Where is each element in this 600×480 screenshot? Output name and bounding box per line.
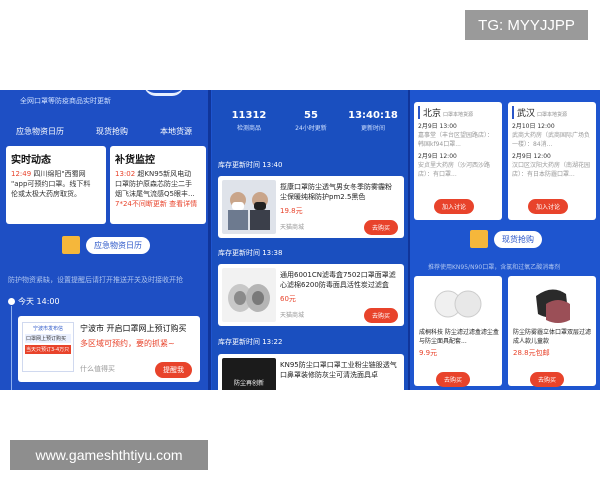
supply-line: 口罩防护原森芯防尘二手 [115,180,192,188]
goods-image [428,282,488,326]
tab-bar: 应急物资日历 现货抢购 本地货源 [0,120,208,142]
calendar-hint: 防护物资紧缺，设置提醒后请打开推送开关及时接收开抢 [8,276,183,284]
calendar-header: 应急物资日历 [62,236,150,254]
news-line: "app可预约口罩。线下料 [11,180,91,188]
product-title: KN95防尘口罩口罩工业粉尘链股透气口鼻罩装修防灰尘可清洗面具卓 [280,361,397,379]
event-thumbnail: 宁波市发布信 口罩网上预订购买 当天只预订3-4万只 [22,322,74,372]
stock-update-header: 库存更新时间 13:40 [218,161,283,169]
city-item: 2月9日 12:00 安贞里大药房（沙河西沙路店）：有口罩... [418,153,491,178]
product-title: 通用6001CN滤毒盒7502口罩面罩滤心滤棉6200防毒面具活性炭过滤盒 [280,271,396,289]
details-link[interactable]: 查看详情 [169,200,197,208]
basket-icon [470,230,488,248]
news-title: 实时动态 [11,155,51,166]
city-card-beijing[interactable]: 北京 口罩本地货源 2月9日 13:00 嘉事堂（丰台区望园路店）：韩国kf94口罩… [414,102,502,220]
buy-button[interactable]: 去购买 [363,220,398,235]
event-title: 宁波市 开启口罩网上预订购买 [80,324,187,333]
join-discussion-button[interactable]: 加入讨论 [528,199,569,214]
goods-title: 成桐科技 防尘滤过滤盒滤尘盒 与防尘面具配套... [419,329,499,345]
supply-line: 13:02 超KN95新风电动 [115,170,192,178]
buy-button[interactable]: 去购买 [530,372,565,387]
timeline-dot [8,298,15,305]
tab-spot-buy[interactable]: 现货抢购 [96,126,128,137]
product-image: 防尘再创新 [222,358,276,390]
product-shop: 天猫商城 [280,224,305,231]
product-image [222,268,276,322]
goods-list: 成桐科技 防尘滤过滤盒滤尘盒 与防尘面具配套... 9.9元 去购买 防尘防雾霾… [414,276,598,387]
stock-update-header: 库存更新时间 13:22 [218,338,283,346]
supply-line: 烟飞沫尾气流感Q5眼丰... [115,190,195,198]
spot-buy-hint: 推荐使用KN95/N90口罩，含氯和过氧乙酸消毒剂 [428,264,561,271]
city-card-wuhan[interactable]: 武汉 口罩本地货源 2月10日 12:00 武商大药房（武商国际广场负一楼）：84消… [508,102,596,220]
product-price: 60元 [280,295,296,303]
city-item: 2月9日 13:00 嘉事堂（丰台区望园路店）：韩国kf94口罩... [418,123,494,148]
product-card[interactable]: 揽康口罩防尘透气男女冬季防雾霾粉尘保暖纯棉防护pm2.5黑色 19.8元 天猫商… [218,176,404,238]
app-screenshot: 全网口罩等防疫商品实时更新 应急物资日历 现货抢购 本地货源 实时动态 12:4… [0,90,600,390]
supply-title: 补货监控 [115,155,155,166]
join-discussion-button[interactable]: 加入讨论 [434,199,475,214]
city-item: 2月9日 12:00 汉口区汉阳大药房（南湖花园店）：有日本防霾口罩... [512,153,591,178]
product-card[interactable]: 通用6001CN滤毒盒7502口罩面罩滤心滤棉6200防毒面具活性炭过滤盒 60… [218,264,404,326]
supply-footer: 7*24不间断更新 查看详情 [115,200,198,208]
info-cards: 实时动态 12:49 四川绵阳"西蜀网 "app可预约口罩。线下料 伦或太极大药… [6,146,206,224]
watermark: www.gameshthtiyu.com [10,440,208,470]
city-name: 北京 口罩本地货源 [418,106,498,119]
spot-buy-title: 现货抢购 [494,230,542,248]
product-card[interactable]: 防尘再创新 KN95防尘口罩口罩工业粉尘链股透气口鼻罩装修防灰尘可清洗面具卓 [218,354,404,390]
news-card[interactable]: 实时动态 12:49 四川绵阳"西蜀网 "app可预约口罩。线下料 伦或太极大药… [6,146,106,224]
stats-bar: 11312 检测商品 55 24小时更新 13:40:18 更新时间 [218,110,404,140]
goods-card[interactable]: 防尘防雾霾立体口罩双层过滤成人款儿童款 28.8元包邮 去购买 [508,276,596,387]
goods-price: 28.8元包邮 [513,349,550,357]
supply-card[interactable]: 补货监控 13:02 超KN95新风电动 口罩防护原森芯防尘二手 烟飞沫尾气流感… [110,146,206,224]
goods-card[interactable]: 成桐科技 防尘滤过滤盒滤尘盒 与防尘面具配套... 9.9元 去购买 [414,276,502,387]
right-column: 北京 口罩本地货源 2月9日 13:00 嘉事堂（丰台区望园路店）：韩国kf94口罩… [410,90,600,390]
product-shop: 天猫商城 [280,312,305,319]
calendar-title: 应急物资日历 [86,236,150,254]
left-column: 全网口罩等防疫商品实时更新 应急物资日历 现货抢购 本地货源 实时动态 12:4… [0,90,208,390]
goods-image [522,282,582,326]
news-line: 伦或太极大药房取货。 [11,190,81,198]
stock-update-header: 库存更新时间 13:38 [218,249,283,257]
stat-update-time: 13:40:18 更新时间 [348,110,398,132]
city-name: 武汉 口罩本地货源 [512,106,592,119]
buy-button[interactable]: 去购买 [363,308,398,323]
divider [208,90,211,390]
middle-column: 11312 检测商品 55 24小时更新 13:40:18 更新时间 库存更新时… [212,90,408,390]
calendar-icon [62,236,80,254]
event-subtitle: 多区域可预约，要的抓紧~ [80,339,175,348]
stat-updated-24h: 55 24小时更新 [295,110,327,132]
goods-title: 防尘防雾霾立体口罩双层过滤成人款儿童款 [513,329,592,345]
tab-local-supply[interactable]: 本地货源 [160,126,192,137]
goods-price: 9.9元 [419,349,438,357]
product-image [222,180,276,234]
news-line: 12:49 四川绵阳"西蜀网 [11,170,86,178]
tab-calendar[interactable]: 应急物资日历 [16,126,64,137]
timeline-line [11,306,12,390]
stat-checked: 11312 检测商品 [231,110,267,132]
city-item: 2月10日 12:00 武商大药房（武商国际广场负一楼）：84消... [512,123,591,148]
city-cards: 北京 口罩本地货源 2月9日 13:00 嘉事堂（丰台区望园路店）：韩国kf94口罩… [414,102,598,222]
buy-button[interactable]: 去购买 [436,372,471,387]
product-price: 19.8元 [280,207,303,215]
calendar-event-card[interactable]: 宁波市发布信 口罩网上预订购买 当天只预订3-4万只 宁波市 开启口罩网上预订购… [18,316,200,382]
tg-badge: TG: MYYJJPP [465,10,588,40]
event-source: 什么值得买 [80,365,115,373]
product-title: 揽康口罩防尘透气男女冬季防雾霾粉尘保暖纯棉防护pm2.5黑色 [280,183,392,201]
remind-me-button[interactable]: 提醒我 [155,362,192,378]
spot-buy-header: 现货抢购 [470,230,542,248]
today-label: 今天 14:00 [18,297,60,306]
